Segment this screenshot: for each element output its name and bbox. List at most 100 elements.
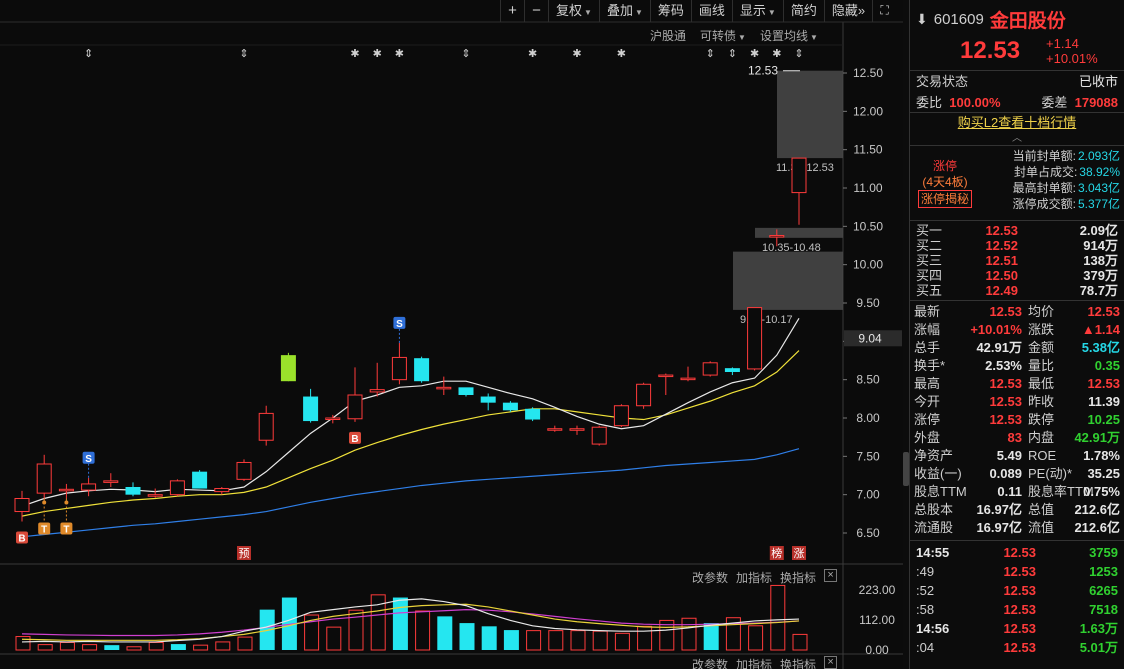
candle-body[interactable] [14,498,30,513]
candle-body[interactable] [525,408,541,420]
close-icon[interactable]: × [824,656,838,669]
tick-list[interactable]: 14:55 12.53 3759:49 12.53 1253:52 12.53 6265:5… [910,541,1124,657]
limit-secret-button[interactable]: 涨停揭秘 [917,190,972,208]
swap-indicator-button[interactable]: 换指标 [780,569,816,586]
book-row[interactable]: 买一 12.53 2.09亿 [910,223,1124,238]
stat-label: 流通股 [914,520,954,535]
event-marker-icon: ✱ [528,48,537,60]
edit-param-button-2[interactable]: 改参数 [692,656,728,669]
book-row[interactable]: 买五 12.49 78.7万 [910,283,1124,298]
candle-body[interactable] [347,394,363,420]
candle-body[interactable] [147,494,163,497]
stat-value: 12.53 [989,394,1022,409]
candle-body[interactable] [636,383,652,407]
stat-row: 收益(一) 0.089 PE(动)* 35.25 [910,465,1124,483]
kline-chart-area[interactable]: 12.5012.0011.5011.0010.5010.009.509.008.… [0,0,903,669]
adjust-button[interactable]: 复权 ▼ [548,0,599,22]
book-row[interactable]: 买二 12.52 914万 [910,238,1124,253]
tick-time: 14:55 [916,545,950,560]
volume-bar [770,584,786,651]
candle-body[interactable] [769,235,785,238]
candle-body[interactable] [569,428,585,431]
candle-body[interactable] [436,386,452,390]
stat-value: 12.53 [989,304,1022,319]
l2-purchase-link[interactable]: 购买L2查看十档行情 [910,113,1124,133]
stat-row: 涨幅 +10.01% 涨跌 ▲1.14 [910,321,1124,339]
add-indicator-button-2[interactable]: 加指标 [736,656,772,669]
candle-body[interactable] [125,487,141,495]
stat-label: 今开 [914,394,941,409]
fullscreen-icon[interactable]: ⛶ [872,0,896,22]
volume-bar [503,630,519,650]
display-button[interactable]: 显示 ▼ [731,0,783,22]
candle-body[interactable] [325,417,341,420]
stat-value: 16.97亿 [976,502,1022,517]
candle-body[interactable] [613,405,629,427]
hide-button[interactable]: 隐藏» [823,0,872,22]
hgt-toggle[interactable]: 沪股通 [650,27,686,44]
add-indicator-button[interactable]: 加指标 [736,569,772,586]
simple-button[interactable]: 简约 [782,0,824,22]
candle-body[interactable] [58,488,74,492]
edit-param-button[interactable]: 改参数 [692,569,728,586]
stat-value: +10.01% [970,322,1022,337]
candle-body[interactable] [36,463,52,494]
overlay-button[interactable]: 叠加 ▼ [598,0,650,22]
stat-label: 外盘 [914,430,941,445]
marker-dot [64,500,69,505]
stat-value: 12.53 [989,376,1022,391]
ma-setting-button[interactable]: 设置均线 ▼ [760,27,818,44]
chart-subbar: 沪股通 可转债 ▼ 设置均线 ▼ [650,27,828,44]
t-marker-label: T [41,525,47,536]
order-book: 买一 12.53 2.09亿 买二 12.52 914万 买三 12.51 138万 买四 1… [910,221,1124,300]
candle-body[interactable] [280,355,296,382]
event-marker-icon: ✱ [772,48,781,60]
close-icon[interactable]: × [824,569,838,582]
stock-name[interactable]: 金田股份 [990,6,1066,33]
y-tick-label: 7.00 [856,488,880,502]
candle-body[interactable] [658,374,674,378]
zoom-in-button[interactable]: + [500,0,524,22]
candle-body[interactable] [369,389,385,393]
convertible-toggle[interactable]: 可转债 ▼ [700,27,746,44]
volume-bar [637,625,653,651]
candle-body[interactable] [547,428,563,431]
event-marker-icon: ✱ [572,48,581,60]
candle-body[interactable] [724,368,740,372]
candle-body[interactable] [747,307,763,370]
candle-body[interactable] [192,471,208,489]
candle-body[interactable] [680,377,696,381]
stat-label: 净资产 [914,448,954,463]
tick-volume: 1.63万 [1079,621,1118,636]
candle-body[interactable] [81,483,97,491]
swap-indicator-button-2[interactable]: 换指标 [780,656,816,669]
order-diff: 179088 [1074,95,1118,110]
candle-body[interactable] [303,396,319,422]
volume-bar [792,633,808,651]
chips-button[interactable]: 筹码 [649,0,691,22]
candle-body[interactable] [169,480,185,496]
tick-time: 14:56 [916,621,950,636]
y-tick-label: 6.50 [856,526,880,540]
book-row[interactable]: 买三 12.51 138万 [910,253,1124,268]
candle-body[interactable] [791,157,807,194]
stat-value: 42.91万 [1074,430,1120,445]
candle-body[interactable] [103,480,119,483]
candle-body[interactable] [480,396,496,403]
book-row[interactable]: 买四 12.50 379万 [910,268,1124,283]
candle-body[interactable] [236,461,252,480]
expand-up-icon[interactable]: ︿ [910,133,1124,145]
zoom-out-button[interactable]: − [524,0,548,22]
candle-body[interactable] [591,426,607,445]
candle-body[interactable] [391,356,407,381]
candle-body[interactable] [702,362,718,376]
candle-body[interactable] [214,488,230,493]
candle-body[interactable] [258,412,274,441]
candle-body[interactable] [458,387,474,395]
candle-body[interactable] [414,358,430,382]
tick-row: :58 12.53 7518 [910,600,1124,619]
indicator-panel-tools: 改参数 加指标 换指标 × [692,656,838,669]
draw-line-button[interactable]: 画线 [690,0,732,22]
arrow-down-icon[interactable]: ⬇ [916,11,928,28]
candle-body[interactable] [502,402,518,411]
